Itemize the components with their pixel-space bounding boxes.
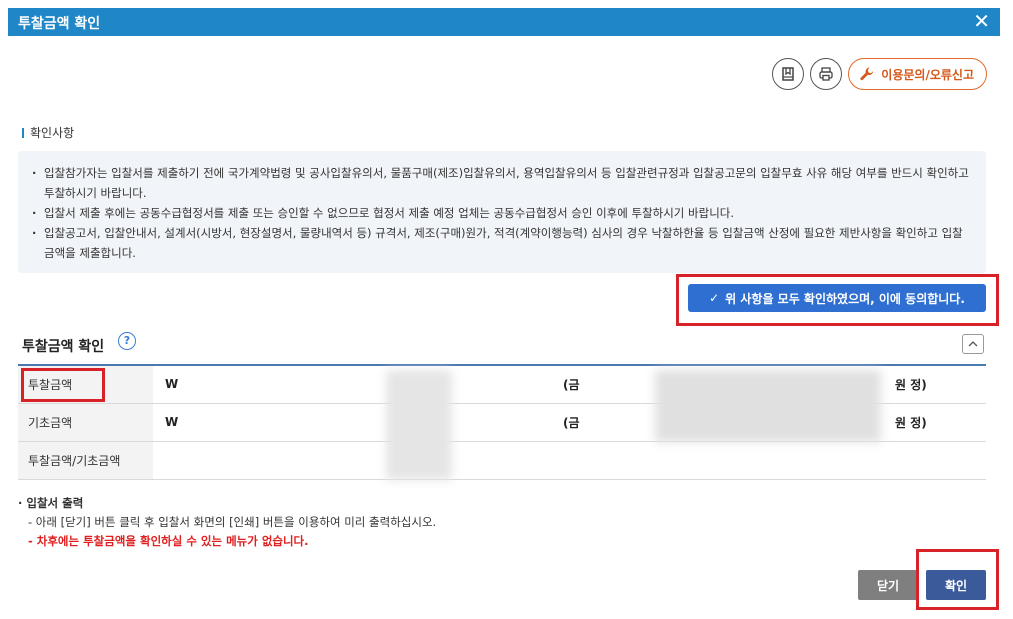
currency-symbol: W [153, 403, 205, 442]
base-amount-label: 기초금액 [18, 403, 153, 442]
amount-korean-suffix: 원 정) [885, 365, 986, 404]
section-marker [22, 128, 24, 138]
notice-item: 입찰참가자는 입찰서를 제출하기 전에 국가계약법령 및 공사입찰유의서, 물품… [32, 163, 970, 203]
ratio-label: 투찰금액/기초금액 [18, 441, 153, 480]
redacted-amount-korean [655, 370, 881, 442]
print-notes: · 입찰서 출력 - 아래 [닫기] 버튼 클릭 후 입찰서 화면의 [인쇄] … [18, 494, 436, 551]
print-notes-title-text: 입찰서 출력 [26, 496, 84, 510]
print-note-warning: - 차후에는 투찰금액을 확인하실 수 있는 메뉴가 없습니다. [28, 534, 309, 548]
bid-amount-highlight [21, 368, 105, 402]
report-label: 이용문의/오류신고 [881, 67, 974, 82]
amount-value [205, 365, 553, 404]
close-button[interactable]: 닫기 [858, 570, 918, 600]
confirm-section-label: 확인사항 [22, 124, 74, 141]
print-button[interactable] [810, 58, 843, 90]
printer-icon [819, 67, 833, 81]
dialog-title: 투찰금액 확인 [18, 16, 101, 32]
confirm-button[interactable]: 확인 [926, 570, 986, 600]
wrench-icon [860, 67, 874, 81]
amount-section-title: 투찰금액 확인 [22, 339, 105, 355]
amount-korean-prefix: (금 [553, 403, 649, 442]
check-icon: ✓ [709, 291, 720, 305]
help-icon[interactable]: ? [118, 332, 136, 350]
toolbar: 이용문의/오류신고 [772, 58, 987, 90]
chevron-up-icon [968, 341, 978, 347]
report-button[interactable]: 이용문의/오류신고 [848, 58, 987, 90]
print-note-line: - 아래 [닫기] 버튼 클릭 후 입찰서 화면의 [인쇄] 버튼을 이용하여 … [28, 515, 437, 529]
ratio-value [153, 441, 986, 480]
amount-korean-suffix: 원 정) [885, 403, 986, 442]
redacted-amount [386, 370, 452, 480]
dialog-titlebar: 투찰금액 확인 ✕ [8, 8, 1000, 36]
notice-box: 입찰참가자는 입찰서를 제출하기 전에 국가계약법령 및 공사입찰유의서, 물품… [18, 151, 986, 273]
agree-label: 위 사항을 모두 확인하였으며, 이에 동의합니다. [725, 291, 965, 306]
notice-item: 입찰공고서, 입찰안내서, 설계서(시방서, 현장설명서, 물량내역서 등) 규… [32, 223, 970, 263]
bookmark-button[interactable] [772, 58, 805, 90]
section-label-text: 확인사항 [30, 126, 75, 140]
collapse-button[interactable] [962, 334, 984, 354]
print-notes-title: · 입찰서 출력 [18, 496, 84, 510]
table-row: 투찰금액/기초금액 [18, 441, 986, 480]
amount-korean-prefix: (금 [553, 365, 649, 404]
currency-symbol: W [153, 365, 205, 404]
amount-value [205, 403, 553, 442]
close-icon[interactable]: ✕ [973, 10, 990, 32]
notice-item: 입찰서 제출 후에는 공동수급협정서를 제출 또는 승인할 수 없으므로 협정서… [32, 203, 970, 223]
bookmark-icon [782, 67, 795, 81]
agree-button[interactable]: ✓ 위 사항을 모두 확인하였으며, 이에 동의합니다. [688, 284, 986, 312]
